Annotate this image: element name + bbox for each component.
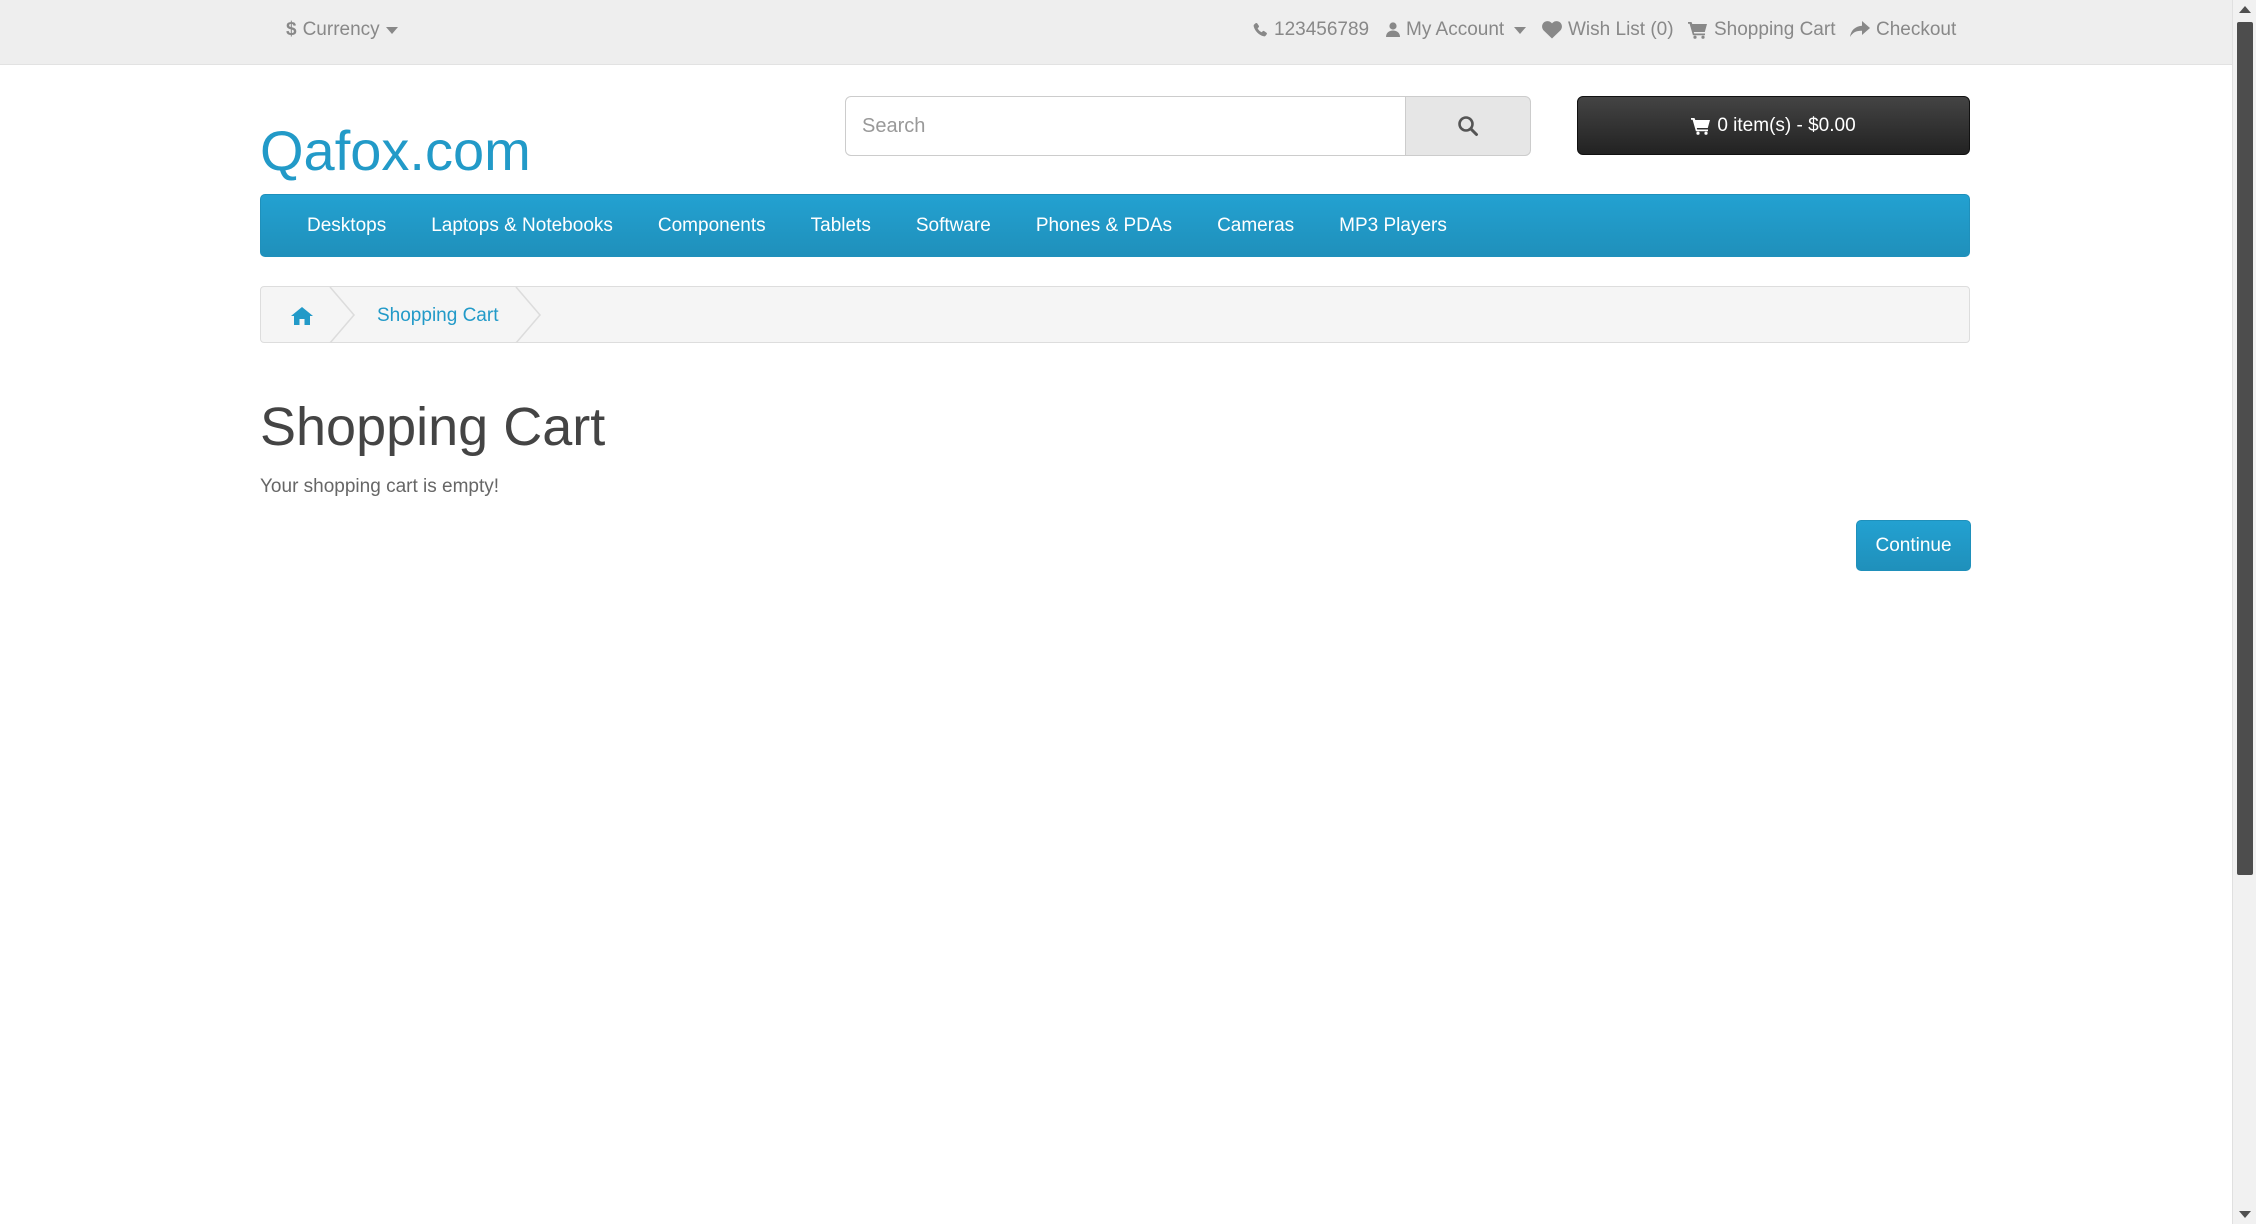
currency-dropdown[interactable]: $ Currency [286,0,398,60]
search-input[interactable] [845,96,1406,156]
wish-list-link[interactable]: Wish List (0) [1542,0,1674,60]
page-title: Shopping Cart [260,397,606,457]
my-account-label: My Account [1406,19,1505,40]
home-icon [291,306,313,325]
scroll-up-arrow-icon[interactable] [2239,6,2251,13]
menu-item-desktops[interactable]: Desktops [307,215,386,237]
site-logo[interactable]: Qafox.com [260,116,531,186]
vertical-scrollbar[interactable] [2232,0,2256,1224]
scrollbar-thumb[interactable] [2237,22,2253,875]
menu-item-mp3-players[interactable]: MP3 Players [1339,215,1447,237]
search-icon [1458,116,1478,136]
cart-summary-button[interactable]: 0 item(s) - $0.00 [1577,96,1970,155]
shopping-cart-label: Shopping Cart [1714,19,1836,40]
menu-item-phones-pdas[interactable]: Phones & PDAs [1036,215,1172,237]
breadcrumb-separator [329,287,355,343]
checkout-label: Checkout [1876,19,1957,40]
search-button[interactable] [1405,96,1531,156]
checkout-link[interactable]: Checkout [1850,0,1956,60]
cart-icon [1688,22,1707,39]
shopping-cart-link[interactable]: Shopping Cart [1688,0,1835,60]
cart-summary-label: 0 item(s) - $0.00 [1717,114,1856,136]
chevron-down-icon [1514,26,1527,34]
menu-item-laptops-notebooks[interactable]: Laptops & Notebooks [431,215,613,237]
page: $ Currency 123456789 My Account Wish Lis… [0,0,2256,1224]
share-icon [1850,21,1870,37]
menu-item-tablets[interactable]: Tablets [811,215,871,237]
top-bar: $ Currency 123456789 My Account Wish Lis… [0,0,2232,65]
currency-label: Currency [302,19,380,40]
breadcrumb-home[interactable] [291,287,313,344]
breadcrumb: Shopping Cart [260,286,1970,343]
breadcrumb-item-shopping-cart[interactable]: Shopping Cart [377,287,498,344]
heart-icon [1542,21,1562,39]
currency-symbol: $ [286,19,297,40]
my-account-dropdown[interactable]: My Account [1386,0,1527,60]
main-menu: Desktops Laptops & Notebooks Components … [260,194,1970,257]
chevron-down-icon [385,26,398,34]
cart-icon [1691,117,1711,135]
phone-icon [1253,22,1267,37]
menu-item-software[interactable]: Software [916,215,991,237]
scroll-down-arrow-icon[interactable] [2239,1211,2251,1218]
menu-item-components[interactable]: Components [658,215,766,237]
wish-list-label: Wish List (0) [1568,19,1674,40]
empty-cart-message: Your shopping cart is empty! [260,476,500,497]
user-icon [1386,22,1400,37]
continue-button[interactable]: Continue [1856,520,1971,571]
phone-link[interactable]: 123456789 [1252,0,1369,60]
breadcrumb-separator [515,287,541,343]
menu-item-cameras[interactable]: Cameras [1217,215,1294,237]
phone-number: 123456789 [1274,19,1370,40]
